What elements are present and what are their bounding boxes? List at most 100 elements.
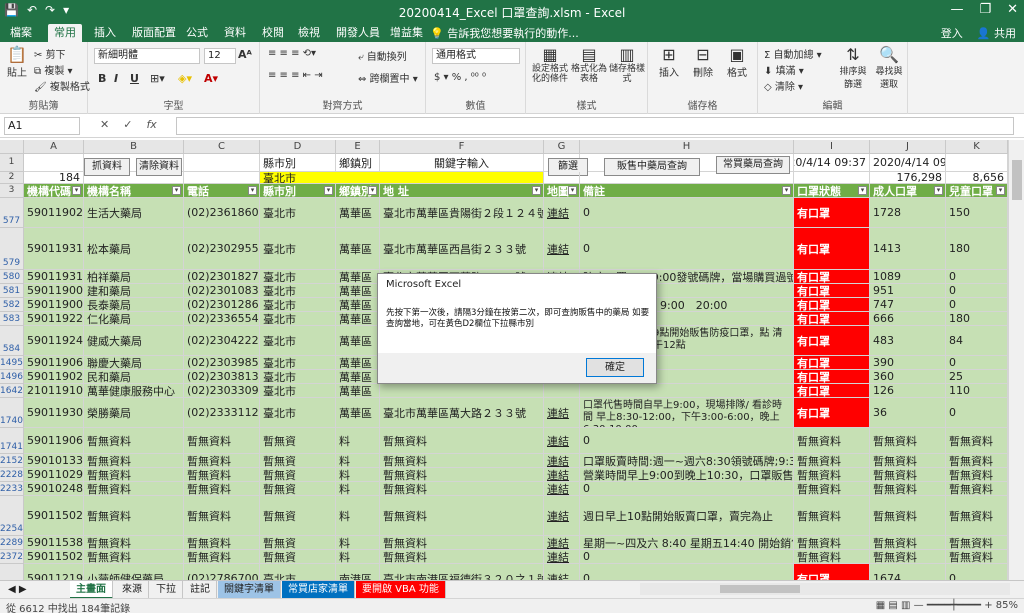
- table-header-h[interactable]: 備註 ▾: [580, 184, 794, 198]
- align-left-icons[interactable]: ≡ ≡ ≡ ⇤ ⇥: [268, 70, 323, 81]
- wrap-text-button[interactable]: ⤶ 自動換列: [358, 48, 407, 63]
- row-header[interactable]: 1741: [0, 428, 24, 454]
- table-header-a[interactable]: 機構代碼 ▾: [24, 184, 84, 198]
- row-header[interactable]: 2233: [0, 482, 24, 496]
- row-header[interactable]: 2254: [0, 496, 24, 536]
- map-link[interactable]: 連結: [544, 482, 580, 496]
- tab-addins[interactable]: 增益集: [384, 24, 429, 42]
- cut-button[interactable]: ✂ 剪下: [34, 46, 66, 61]
- row-header[interactable]: 582: [0, 298, 24, 312]
- insert-cells-button[interactable]: ⊞ 插入: [654, 46, 684, 80]
- tab-review[interactable]: 校閱: [256, 24, 290, 42]
- tab-formulas[interactable]: 公式: [180, 24, 214, 42]
- filter-dropdown-icon[interactable]: ▾: [248, 186, 257, 195]
- format-cells-button[interactable]: ▣ 格式: [722, 46, 752, 80]
- delete-cells-button[interactable]: ⊟ 刪除: [688, 46, 718, 80]
- column-header-a[interactable]: A: [24, 140, 84, 154]
- fill-button[interactable]: ⬇ 填滿 ▾: [764, 62, 804, 77]
- table-header-d[interactable]: 縣市別 ▾: [260, 184, 336, 198]
- underline-button[interactable]: U: [130, 72, 139, 85]
- find-select-button[interactable]: 🔍 尋找與選取: [872, 46, 906, 91]
- merge-center-button[interactable]: ⇔ 跨欄置中 ▾: [358, 70, 418, 85]
- sheet-tab[interactable]: 下拉: [150, 581, 183, 599]
- column-header-e[interactable]: E: [336, 140, 380, 154]
- table-header-g[interactable]: 地圖 ▾: [544, 184, 580, 198]
- sheet-tab[interactable]: 要開啟 VBA 功能: [356, 581, 446, 599]
- tab-home[interactable]: 常用: [48, 24, 82, 42]
- tell-me-box[interactable]: 💡 告訴我您想要執行的動作...: [430, 25, 579, 41]
- font-name-combo[interactable]: 新細明體: [94, 48, 200, 64]
- table-header-f[interactable]: 地 址 ▾: [380, 184, 544, 198]
- table-header-i[interactable]: 口罩狀態 ▾: [794, 184, 870, 198]
- horizontal-scrollbar[interactable]: [640, 583, 1010, 595]
- confirm-entry-icon[interactable]: ✓: [123, 118, 132, 131]
- row-header[interactable]: 2289: [0, 536, 24, 550]
- row-header[interactable]: 1496: [0, 370, 24, 384]
- filter-dropdown-icon[interactable]: ▾: [858, 186, 867, 195]
- column-header-j[interactable]: J: [870, 140, 946, 154]
- align-top-icons[interactable]: ≡ ≡ ≡ ⟲▾: [268, 48, 316, 59]
- map-link[interactable]: 連結: [544, 428, 580, 454]
- row-header[interactable]: 2228: [0, 468, 24, 482]
- cell-g2[interactable]: [544, 172, 580, 184]
- share-button[interactable]: 👤 共用: [977, 25, 1016, 41]
- row-header[interactable]: 2: [0, 172, 24, 184]
- number-format-icons[interactable]: $ ▾ % , ⁰⁰ ⁰: [434, 72, 486, 83]
- tab-developer[interactable]: 開發人員: [330, 24, 386, 42]
- conditional-format-button[interactable]: ▦ 設定格式化的條件: [530, 46, 570, 85]
- table-header-k[interactable]: 兒童口罩 ▾: [946, 184, 1008, 198]
- tab-file[interactable]: 檔案: [4, 24, 38, 42]
- copy-button[interactable]: ⧉ 複製 ▾: [34, 62, 73, 77]
- city-dropdown-cell[interactable]: 臺北市: [260, 172, 544, 184]
- ok-button[interactable]: 確定: [586, 358, 644, 377]
- map-link[interactable]: 連結: [544, 468, 580, 482]
- map-link[interactable]: 連結: [544, 198, 580, 228]
- map-link[interactable]: 連結: [544, 398, 580, 428]
- row-header[interactable]: 584: [0, 326, 24, 356]
- table-header-b[interactable]: 機構名稱 ▾: [84, 184, 184, 198]
- filter-dropdown-icon[interactable]: ▾: [72, 186, 81, 195]
- horizontal-scroll-thumb[interactable]: [720, 585, 800, 593]
- table-header-e[interactable]: 鄉鎮別 ▾: [336, 184, 380, 198]
- filter-dropdown-icon[interactable]: ▾: [996, 186, 1005, 195]
- row-header[interactable]: 2372: [0, 550, 24, 564]
- select-all-corner[interactable]: [0, 140, 24, 154]
- autosum-button[interactable]: Σ 自動加總 ▾: [764, 46, 822, 61]
- row-header[interactable]: 580: [0, 270, 24, 284]
- cell-i2[interactable]: [794, 172, 870, 184]
- italic-button[interactable]: I: [114, 72, 118, 85]
- row-header[interactable]: 1740: [0, 398, 24, 428]
- format-painter-button[interactable]: 🖌 複製格式: [34, 78, 90, 93]
- minimize-button[interactable]: —: [950, 2, 963, 17]
- map-link[interactable]: 連結: [544, 564, 580, 580]
- column-header-h[interactable]: H: [580, 140, 794, 154]
- column-header-f[interactable]: F: [380, 140, 544, 154]
- row-header[interactable]: 1: [0, 154, 24, 172]
- filter-dropdown-icon[interactable]: ▾: [172, 186, 181, 195]
- cell-k1[interactable]: [946, 154, 1008, 172]
- tab-view[interactable]: 檢視: [292, 24, 326, 42]
- clear-button[interactable]: ◇ 清除 ▾: [764, 78, 803, 93]
- map-link[interactable]: 連結: [544, 536, 580, 550]
- filter-dropdown-icon[interactable]: ▾: [324, 186, 333, 195]
- tab-page-layout[interactable]: 版面配置: [126, 24, 182, 42]
- row-header[interactable]: 583: [0, 312, 24, 326]
- map-link[interactable]: 連結: [544, 228, 580, 270]
- sheet-tab[interactable]: 常買店家清單: [282, 581, 355, 599]
- row-header[interactable]: 581: [0, 284, 24, 298]
- column-header-i[interactable]: I: [794, 140, 870, 154]
- map-link[interactable]: 連結: [544, 550, 580, 564]
- row-header[interactable]: 3: [0, 184, 24, 198]
- sign-in-link[interactable]: 登入: [941, 25, 963, 41]
- vertical-scrollbar[interactable]: [1008, 140, 1024, 580]
- filter-dropdown-icon[interactable]: ▾: [532, 186, 541, 195]
- column-header-d[interactable]: D: [260, 140, 336, 154]
- formula-input[interactable]: [176, 117, 1014, 135]
- cell-h2[interactable]: [580, 172, 794, 184]
- zoom-level[interactable]: ▦ ▤ ▥ — ━━━━┿━━━━ + 85%: [876, 600, 1018, 611]
- filter-dropdown-icon[interactable]: ▾: [368, 186, 377, 195]
- map-link[interactable]: 連結: [544, 496, 580, 536]
- row-header[interactable]: 2388: [0, 564, 24, 580]
- cell-c1[interactable]: [184, 154, 260, 172]
- paste-button[interactable]: 📋 貼上: [4, 46, 30, 80]
